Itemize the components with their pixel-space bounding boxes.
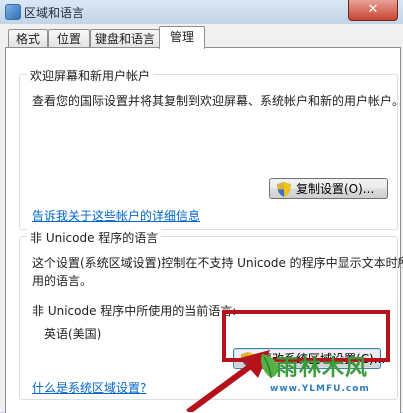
- non-unicode-group-title: 非 Unicode 程序的语言: [27, 229, 162, 246]
- tab-format[interactable]: 格式: [8, 29, 48, 48]
- welcome-description: 查看您的国际设置并将其复制到欢迎屏幕、系统帐户和新的用户帐户。: [32, 94, 403, 108]
- non-unicode-description-line1: 这个设置(系统区域设置)控制在不支持 Unicode 的程序中显示文本时所使: [32, 256, 403, 270]
- copy-settings-button[interactable]: 复制设置(O)...: [269, 178, 388, 199]
- window-title: 区域和语言: [24, 6, 85, 20]
- tab-keyboards[interactable]: 键盘和语言: [90, 29, 160, 48]
- non-unicode-description-line2: 用的语言。: [32, 274, 93, 288]
- welcome-screen-group: 欢迎屏幕和新用户帐户 查看您的国际设置并将其复制到欢迎屏幕、系统帐户和新的用户帐…: [19, 67, 403, 230]
- watermark-url: www.YLMFU.com: [270, 384, 370, 394]
- title-bar: 区域和语言 ✕: [0, 0, 403, 24]
- what-is-system-locale-link[interactable]: 什么是系统区域设置?: [32, 379, 146, 396]
- welcome-group-title: 欢迎屏幕和新用户帐户: [27, 67, 154, 84]
- tab-location[interactable]: 位置: [48, 29, 90, 48]
- uac-shield-icon: [277, 182, 291, 197]
- close-button[interactable]: ✕: [348, 0, 398, 21]
- copy-settings-label: 复制设置(O)...: [296, 182, 375, 196]
- accounts-details-link[interactable]: 告诉我关于这些帐户的详细信息: [32, 207, 200, 224]
- watermark: 雨林木风 www.YLMFU.com: [256, 348, 396, 408]
- current-language-label: 非 Unicode 程序中所使用的当前语言:: [32, 304, 237, 318]
- tab-administrative[interactable]: 管理: [159, 26, 205, 49]
- globe-icon: [5, 4, 21, 20]
- watermark-title: 雨林木风: [276, 356, 369, 381]
- current-language-value: 英语(美国): [44, 327, 102, 341]
